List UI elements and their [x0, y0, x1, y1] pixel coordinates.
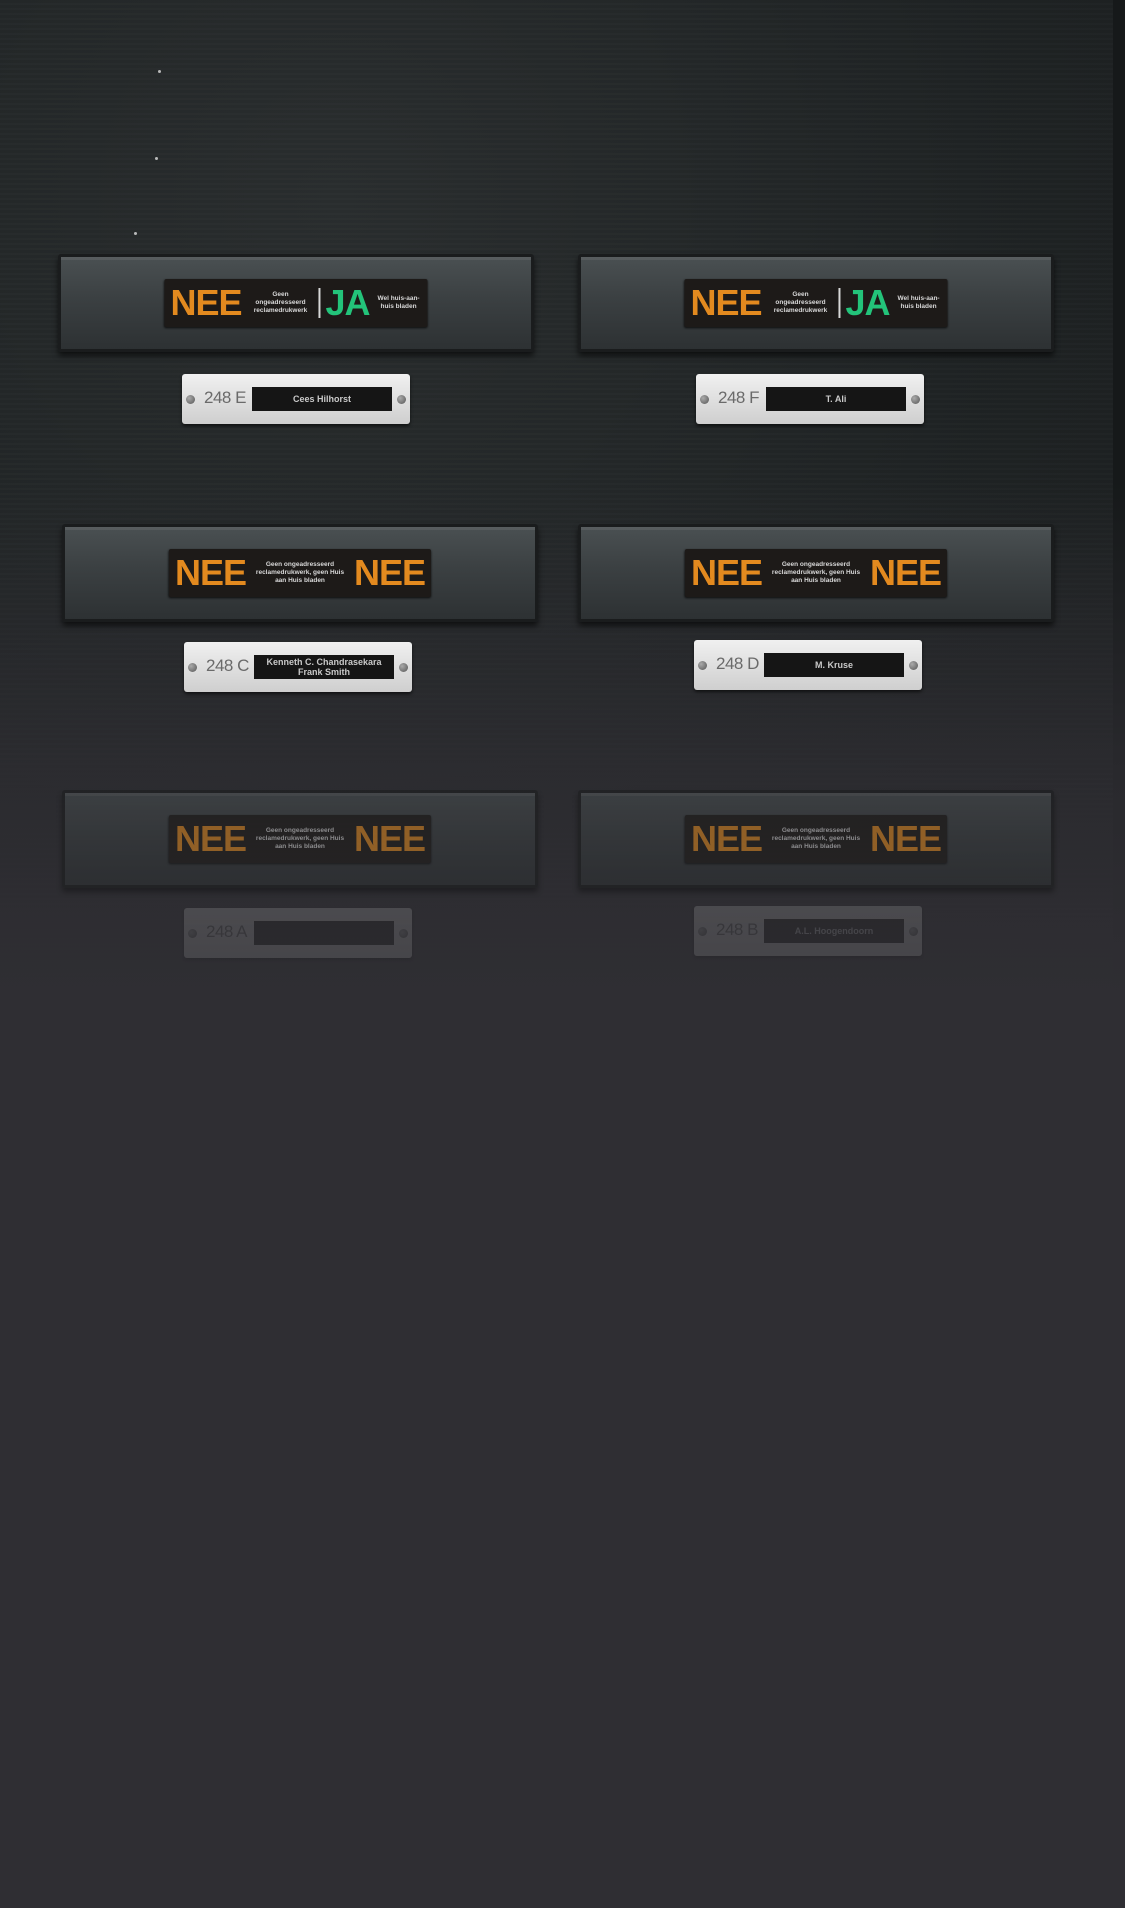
door-edge — [1113, 0, 1125, 1000]
screw-icon — [909, 927, 918, 936]
screw-icon — [188, 663, 197, 672]
apartment-number: 248 F — [718, 388, 759, 407]
sticker-nee-text: Geen ongeadresseerd reclamedrukwerk, gee… — [255, 561, 345, 584]
apartment-number: 248 A — [206, 922, 248, 941]
screw-icon — [698, 927, 707, 936]
sticker-nee-label: NEE — [690, 552, 763, 593]
name-plate-248b: 248 B A.L. Hoogendoorn — [694, 906, 922, 956]
sticker-nee-label: NEE — [174, 818, 247, 859]
sticker-nee-label: NEE — [354, 552, 426, 593]
apartment-number: 248 D — [716, 654, 759, 673]
sticker-divider — [318, 288, 321, 318]
mail-slot-248d[interactable]: NEE Geen ongeadresseerd reclamedrukwerk,… — [578, 524, 1054, 622]
sticker-divider — [838, 288, 841, 318]
nee-nee-sticker: NEE Geen ongeadresseerd reclamedrukwerk,… — [168, 549, 432, 597]
sticker-nee-label: NEE — [870, 552, 942, 593]
resident-name: A.L. Hoogendoorn — [764, 919, 904, 943]
sticker-nee-label: NEE — [870, 818, 942, 859]
resident-name: Kenneth C. Chandrasekara Frank Smith — [254, 655, 394, 679]
screw-icon — [911, 395, 920, 404]
sticker-ja-text: Wel huis-aan-huis bladen — [897, 295, 940, 310]
sticker-nee-label: NEE — [174, 552, 247, 593]
mail-slot-248b[interactable]: NEE Geen ongeadresseerd reclamedrukwerk,… — [578, 790, 1054, 888]
name-plate-248e: 248 E Cees Hilhorst — [182, 374, 410, 424]
sticker-nee-label: NEE — [170, 282, 242, 323]
sticker-nee-text: Geen ongeadresseerd reclamedrukwerk, gee… — [255, 827, 345, 850]
sticker-nee-text: Geen ongeadresseerd reclamedrukwerk, gee… — [771, 827, 861, 850]
name-plate-248f: 248 F T. Ali — [696, 374, 924, 424]
screw-icon — [700, 395, 709, 404]
resident-name: T. Ali — [766, 387, 906, 411]
resident-name — [254, 921, 394, 945]
nee-nee-sticker: NEE Geen ongeadresseerd reclamedrukwerk,… — [168, 815, 432, 863]
sticker-nee-label: NEE — [690, 818, 763, 859]
mail-slot-248c[interactable]: NEE Geen ongeadresseerd reclamedrukwerk,… — [62, 524, 538, 622]
sticker-ja-label: JA — [845, 282, 891, 323]
apartment-number: 248 E — [204, 388, 246, 407]
paint-speck — [158, 70, 161, 73]
sticker-nee-label: NEE — [690, 282, 762, 323]
sticker-nee-text: Geen ongeadresseerd reclamedrukwerk, gee… — [771, 561, 861, 584]
sticker-nee-text: Geen ongeadresseerd reclamedrukwerk — [773, 291, 828, 314]
screw-icon — [909, 661, 918, 670]
apartment-number: 248 C — [206, 656, 249, 675]
nee-nee-sticker: NEE Geen ongeadresseerd reclamedrukwerk,… — [684, 815, 948, 863]
screw-icon — [397, 395, 406, 404]
nee-nee-sticker: NEE Geen ongeadresseerd reclamedrukwerk,… — [684, 549, 948, 597]
screw-icon — [399, 929, 408, 938]
screw-icon — [399, 663, 408, 672]
nee-ja-sticker: NEE Geen ongeadresseerd reclamedrukwerk … — [684, 279, 948, 327]
mail-slot-248a[interactable]: NEE Geen ongeadresseerd reclamedrukwerk,… — [62, 790, 538, 888]
name-plate-248c: 248 C Kenneth C. Chandrasekara Frank Smi… — [184, 642, 412, 692]
sticker-nee-text: Geen ongeadresseerd reclamedrukwerk — [253, 291, 308, 314]
name-plate-248d: 248 D M. Kruse — [694, 640, 922, 690]
screw-icon — [188, 929, 197, 938]
resident-name: M. Kruse — [764, 653, 904, 677]
name-plate-248a: 248 A — [184, 908, 412, 958]
nee-ja-sticker: NEE Geen ongeadresseerd reclamedrukwerk … — [164, 279, 428, 327]
screw-icon — [186, 395, 195, 404]
paint-speck — [155, 157, 158, 160]
paint-speck — [134, 232, 137, 235]
sticker-ja-label: JA — [325, 282, 371, 323]
sticker-ja-text: Wel huis-aan-huis bladen — [377, 295, 420, 310]
mail-slot-248e[interactable]: NEE Geen ongeadresseerd reclamedrukwerk … — [58, 254, 534, 352]
resident-name: Cees Hilhorst — [252, 387, 392, 411]
sticker-nee-label: NEE — [354, 818, 426, 859]
mail-slot-248f[interactable]: NEE Geen ongeadresseerd reclamedrukwerk … — [578, 254, 1054, 352]
screw-icon — [698, 661, 707, 670]
apartment-number: 248 B — [716, 920, 758, 939]
